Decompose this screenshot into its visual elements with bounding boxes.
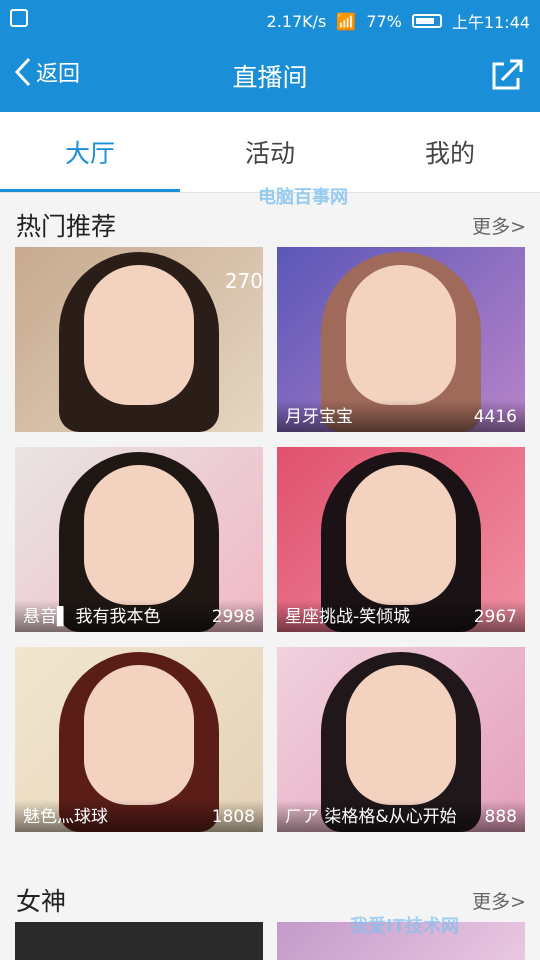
host-photo — [84, 265, 194, 405]
clock: 上午11:44 — [451, 13, 530, 32]
stream-card[interactable]: ㄏア 柒格格&从心开始 888 — [277, 647, 525, 832]
viewer-count: 4416 — [473, 407, 517, 427]
viewer-count: 270 — [224, 269, 263, 293]
viewer-count: 888 — [484, 807, 517, 827]
battery-percent: 77% — [366, 11, 402, 31]
tab-bar: 大厅 活动 我的 — [0, 112, 540, 193]
screenshot-icon — [10, 9, 28, 27]
stream-card[interactable]: 270 — [15, 247, 263, 432]
page-title: 直播间 — [232, 63, 308, 92]
section-title-hot: 热门推荐 — [16, 212, 117, 241]
host-name: 星座挑战-笑倾城 — [285, 607, 411, 627]
watermark-logo: 我爱IT技术网 — [350, 916, 459, 937]
host-photo — [84, 465, 194, 605]
host-name: ㄏア 柒格格&从心开始 — [285, 807, 457, 827]
nav-bar: 返回 直播间 — [0, 38, 540, 112]
host-name: 月牙宝宝 — [285, 407, 353, 427]
host-photo — [84, 665, 194, 805]
stream-card[interactable] — [15, 922, 263, 960]
status-right: 2.17K/s 📶 77% 上午11:44 — [267, 9, 530, 33]
card-caption: 星座挑战-笑倾城 2967 — [277, 600, 525, 632]
wifi-icon: 📶 — [336, 11, 357, 31]
host-name: 魅色灬球球 — [23, 807, 108, 827]
network-speed: 2.17K/s — [266, 11, 327, 31]
share-icon[interactable] — [488, 56, 526, 94]
card-caption: ㄏア 柒格格&从心开始 888 — [277, 800, 525, 832]
card-caption: 悬音▌ 我有我本色 2998 — [15, 600, 263, 632]
stream-card[interactable]: 悬音▌ 我有我本色 2998 — [15, 447, 263, 632]
stream-card[interactable]: 星座挑战-笑倾城 2967 — [277, 447, 525, 632]
stream-card[interactable]: 月牙宝宝 4416 — [277, 247, 525, 432]
viewer-count: 1808 — [211, 807, 255, 827]
tab-events[interactable]: 活动 — [180, 134, 360, 170]
viewer-count: 2998 — [211, 607, 255, 627]
host-name: 悬音▌ 我有我本色 — [23, 607, 161, 627]
tab-indicator — [0, 189, 180, 192]
watermark-logo: 电脑百事网 — [258, 187, 348, 208]
status-bar: 2.17K/s 📶 77% 上午11:44 — [0, 0, 540, 38]
tab-mine[interactable]: 我的 — [360, 134, 540, 170]
host-photo — [346, 465, 456, 605]
battery-icon — [411, 14, 442, 28]
section-title-goddess: 女神 — [16, 887, 67, 916]
host-photo — [346, 265, 456, 405]
host-photo — [346, 665, 456, 805]
more-link-hot[interactable]: 更多> — [472, 212, 526, 239]
stream-card[interactable]: 魅色灬球球 1808 — [15, 647, 263, 832]
viewer-count: 2967 — [473, 607, 517, 627]
tab-hall[interactable]: 大厅 — [0, 134, 180, 170]
more-link-goddess[interactable]: 更多> — [472, 887, 526, 914]
card-caption: 魅色灬球球 1808 — [15, 800, 263, 832]
card-caption: 月牙宝宝 4416 — [277, 400, 525, 432]
